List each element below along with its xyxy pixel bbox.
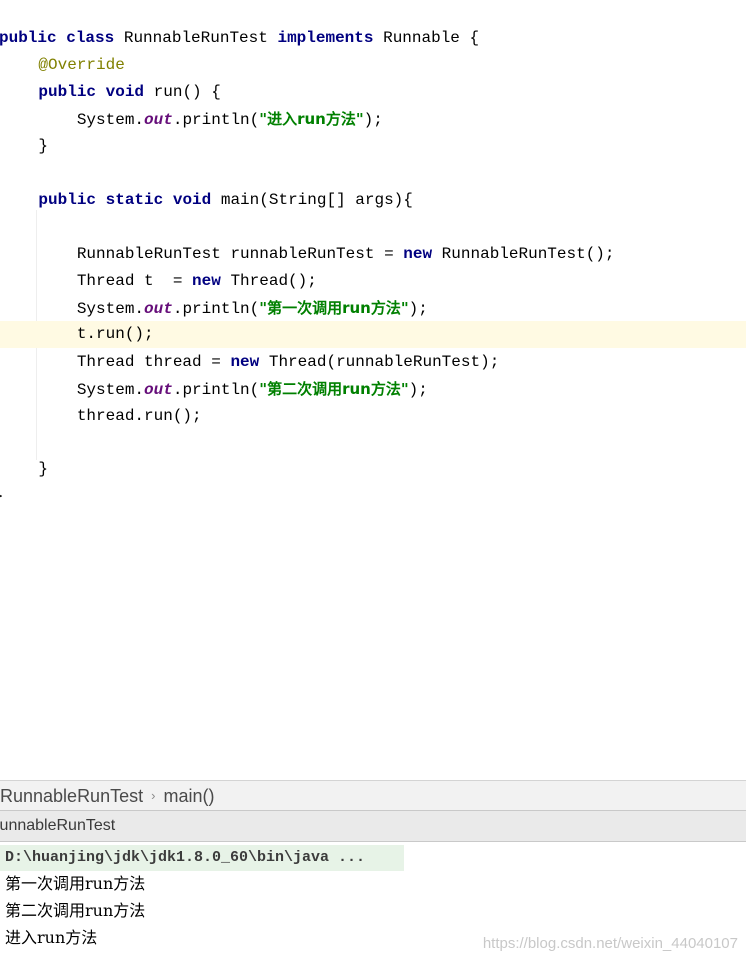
out-field: out: [144, 111, 173, 129]
keyword-void: void: [172, 191, 212, 209]
interface-name: Runnable {: [373, 29, 480, 47]
string-literal: "进入run方法": [259, 110, 364, 128]
system-ref: System.: [76, 381, 145, 399]
closing-brace: }: [38, 137, 49, 155]
variable-declaration: RunnableRunTest runnableRunTest =: [76, 245, 404, 263]
println-call: .println(: [172, 300, 260, 318]
println-call: .println(: [172, 381, 260, 399]
keyword-void: void: [105, 83, 145, 101]
code-line-7[interactable]: public static void main(String[] args){: [0, 187, 746, 214]
out-field: out: [144, 300, 173, 318]
keyword-implements: implements: [277, 29, 374, 47]
code-line-3[interactable]: public void run() {: [0, 79, 746, 106]
run-console[interactable]: D:\huanjing\jdk\jdk1.8.0_60\bin\java ...…: [0, 842, 746, 962]
code-line-17[interactable]: }: [0, 456, 746, 483]
statement-end: );: [408, 381, 428, 399]
method-call: thread.run();: [76, 407, 202, 425]
console-output-line: 进入run方法: [5, 928, 98, 947]
keyword-new: new: [403, 245, 433, 263]
code-line-1[interactable]: public class RunnableRunTest implements …: [0, 25, 745, 52]
override-annotation: @Override: [38, 56, 125, 74]
main-method-signature: main(String[] args){: [211, 191, 413, 209]
console-output-line: 第二次调用run方法: [5, 901, 146, 920]
code-line-15[interactable]: thread.run();: [0, 403, 746, 430]
console-output-line: 第一次调用run方法: [5, 874, 146, 893]
class-name: RunnableRunTest: [114, 29, 278, 47]
statement-end: );: [363, 111, 383, 129]
code-editor[interactable]: public class RunnableRunTest implements …: [0, 0, 746, 780]
code-line-14[interactable]: System.out.println("第二次调用run方法");: [0, 376, 746, 403]
closing-brace: }: [0, 487, 4, 505]
breadcrumb: RunnableRunTest › main(): [0, 780, 746, 811]
method-call: t.run();: [76, 325, 154, 343]
keyword-public: public: [0, 29, 57, 47]
constructor-call: Thread();: [220, 272, 317, 290]
constructor-call: Thread(runnableRunTest);: [259, 353, 500, 371]
string-literal: "第二次调用run方法": [259, 380, 409, 398]
keyword-new: new: [230, 353, 260, 371]
println-call: .println(: [172, 111, 260, 129]
code-line-12-current[interactable]: t.run();: [0, 321, 746, 348]
variable-declaration: Thread t =: [76, 272, 193, 290]
chevron-right-icon: ›: [151, 788, 156, 803]
code-line-13[interactable]: Thread thread = new Thread(runnableRunTe…: [0, 349, 746, 376]
system-ref: System.: [76, 300, 145, 318]
constructor-call: RunnableRunTest();: [432, 245, 615, 263]
run-method-signature: run() {: [144, 83, 221, 101]
breadcrumb-class[interactable]: RunnableRunTest: [0, 781, 143, 810]
code-line-18[interactable]: }: [0, 483, 740, 510]
keyword-static: static: [105, 191, 164, 209]
run-tab[interactable]: RunnableRunTest: [0, 811, 115, 841]
keyword-class: class: [66, 29, 115, 47]
code-line-11[interactable]: System.out.println("第一次调用run方法");: [0, 295, 746, 322]
keyword-new: new: [192, 272, 221, 290]
variable-declaration: Thread thread =: [76, 353, 231, 371]
string-literal: "第一次调用run方法": [259, 299, 409, 317]
watermark: https://blog.csdn.net/weixin_44040107: [482, 935, 738, 952]
system-ref: System.: [76, 111, 145, 129]
keyword-public: public: [38, 83, 97, 101]
code-line-2[interactable]: @Override: [0, 52, 746, 79]
run-panel-header: RunnableRunTest: [0, 811, 746, 842]
code-line-4[interactable]: System.out.println("进入run方法");: [0, 106, 746, 133]
code-line-10[interactable]: Thread t = new Thread();: [0, 268, 746, 295]
statement-end: );: [408, 300, 428, 318]
keyword-public: public: [38, 191, 97, 209]
code-line-5[interactable]: }: [0, 133, 746, 160]
out-field: out: [144, 381, 173, 399]
breadcrumb-method[interactable]: main(): [163, 781, 214, 810]
console-command-line: D:\huanjing\jdk\jdk1.8.0_60\bin\java ...: [0, 845, 404, 871]
code-line-9[interactable]: RunnableRunTest runnableRunTest = new Ru…: [0, 241, 746, 268]
closing-brace: }: [38, 460, 49, 478]
